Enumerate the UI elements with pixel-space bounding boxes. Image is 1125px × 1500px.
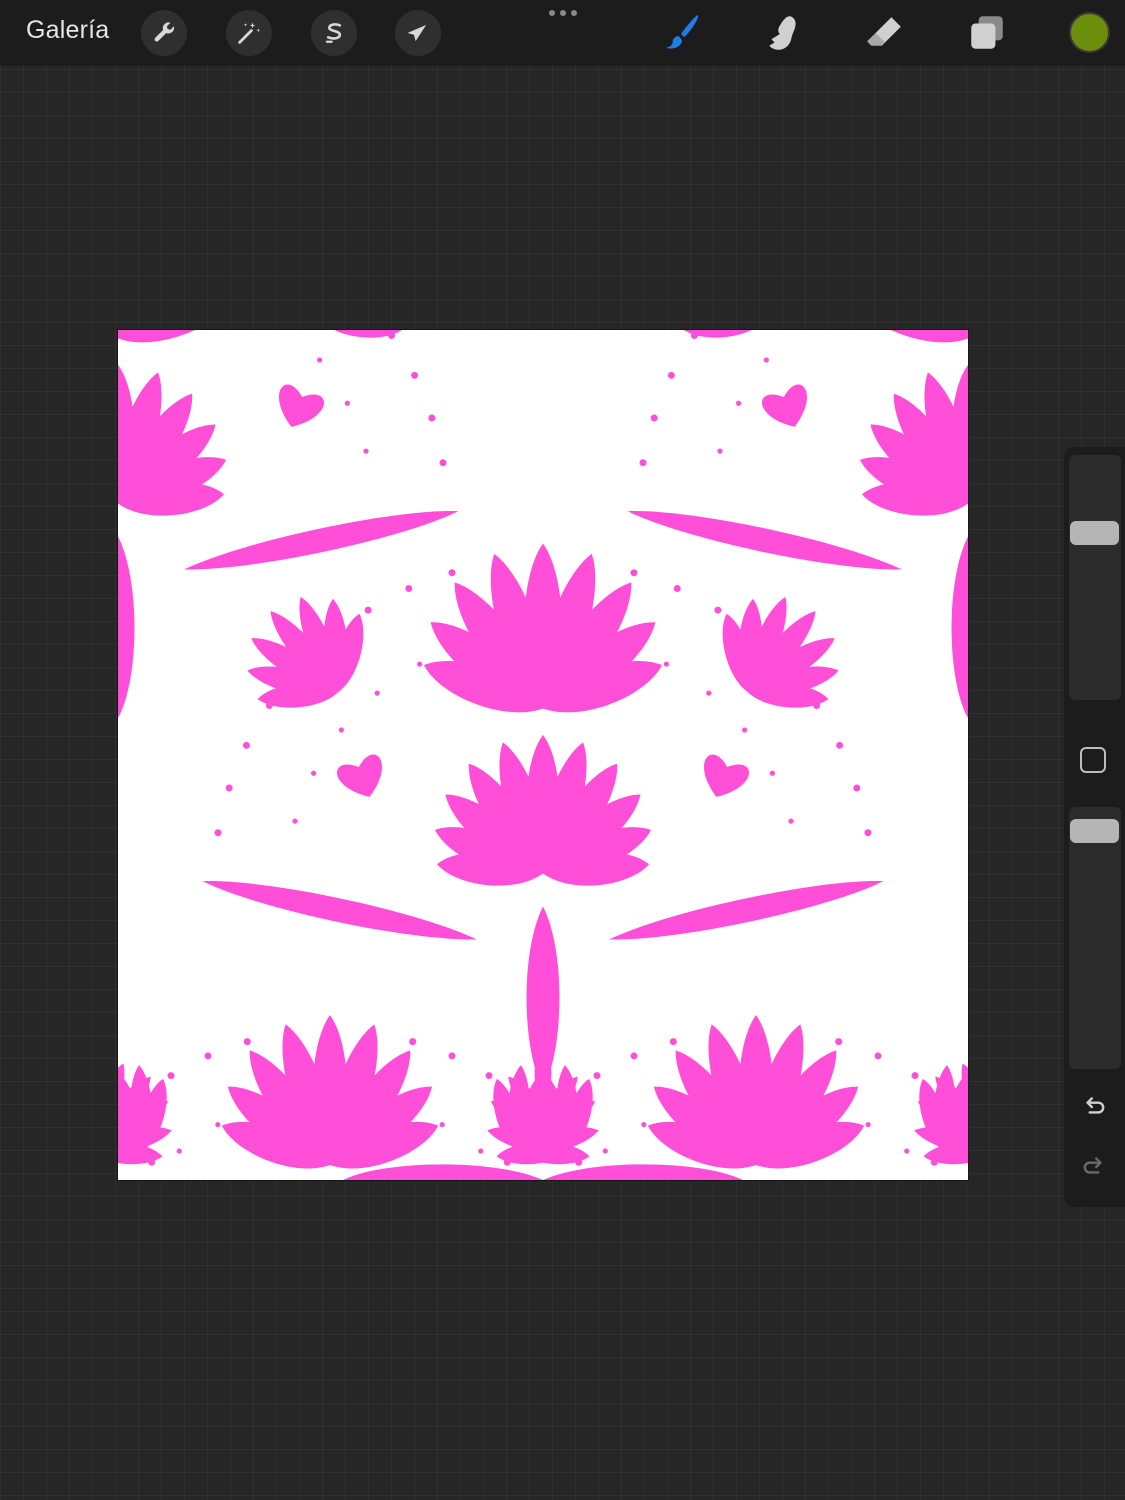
undo-icon[interactable] xyxy=(1078,1091,1110,1123)
brush-opacity-slider[interactable] xyxy=(1069,807,1121,1069)
brush-size-slider[interactable] xyxy=(1069,455,1121,700)
brush-size-thumb[interactable] xyxy=(1070,521,1119,546)
gallery-button[interactable]: Galería xyxy=(26,16,109,45)
dot xyxy=(560,10,566,16)
side-toolbar xyxy=(1064,447,1125,1207)
wrench-icon[interactable] xyxy=(141,10,187,56)
eraser-icon[interactable] xyxy=(859,10,909,56)
arrow-cursor-icon[interactable] xyxy=(395,10,441,56)
layers-icon[interactable] xyxy=(962,10,1012,56)
redo-icon[interactable] xyxy=(1078,1151,1110,1183)
dot xyxy=(571,10,577,16)
selection-s-icon[interactable] xyxy=(311,10,357,56)
app-window: Galería xyxy=(0,0,1125,1500)
square-icon[interactable] xyxy=(1080,747,1106,773)
more-options-dots[interactable] xyxy=(545,10,581,20)
magic-wand-icon[interactable] xyxy=(226,10,272,56)
smudge-finger-icon[interactable] xyxy=(758,10,808,56)
brush-opacity-thumb[interactable] xyxy=(1070,818,1119,843)
top-toolbar: Galería xyxy=(0,0,1125,66)
brush-icon[interactable] xyxy=(656,10,706,56)
drawing-canvas[interactable] xyxy=(118,330,968,1180)
pink-floral-pattern xyxy=(118,330,968,1180)
dot xyxy=(549,10,555,16)
current-color-swatch[interactable] xyxy=(1069,12,1110,53)
